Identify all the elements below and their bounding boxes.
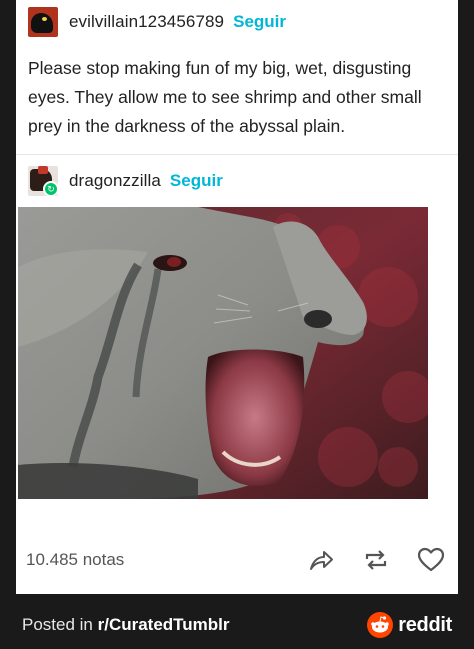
reblog-badge-icon: ↻: [43, 181, 58, 196]
reddit-wordmark: reddit: [398, 613, 452, 636]
divider: [16, 154, 458, 155]
reddit-logo[interactable]: reddit: [367, 612, 452, 638]
post-author[interactable]: evilvillain123456789: [69, 12, 224, 32]
posted-prefix: Posted in: [22, 614, 98, 634]
post-actions: [281, 544, 446, 576]
reblog-author[interactable]: dragonzzilla: [69, 171, 161, 191]
share-icon[interactable]: [306, 545, 336, 575]
elephant-seal-image: [18, 207, 428, 499]
avatar-figure: [31, 13, 53, 33]
avatar-eye: [42, 17, 47, 21]
reblog-icon[interactable]: [361, 545, 391, 575]
post-footer: 10.485 notas: [26, 544, 446, 576]
post-header: evilvillain123456789 Seguir: [28, 6, 286, 38]
avatar-accent: [38, 166, 48, 174]
subreddit-link[interactable]: r/CuratedTumblr: [98, 615, 230, 634]
avatar[interactable]: [28, 7, 58, 37]
reddit-alien-icon: [367, 612, 394, 638]
follow-button[interactable]: Seguir: [233, 12, 286, 32]
tumblr-post-card: evilvillain123456789 Seguir Please stop …: [16, 0, 458, 594]
reblog-follow-button[interactable]: Seguir: [170, 171, 223, 191]
heart-icon[interactable]: [416, 545, 446, 575]
posted-in-label: Posted in r/CuratedTumblr: [22, 615, 230, 635]
reblog-avatar[interactable]: ↻: [28, 166, 58, 196]
reblog-header: ↻ dragonzzilla Seguir: [28, 165, 223, 197]
notes-count[interactable]: 10.485 notas: [26, 550, 124, 570]
post-text: Please stop making fun of my big, wet, d…: [28, 58, 422, 136]
reddit-footer-bar: Posted in r/CuratedTumblr reddit: [0, 600, 474, 649]
post-image[interactable]: [18, 207, 428, 499]
